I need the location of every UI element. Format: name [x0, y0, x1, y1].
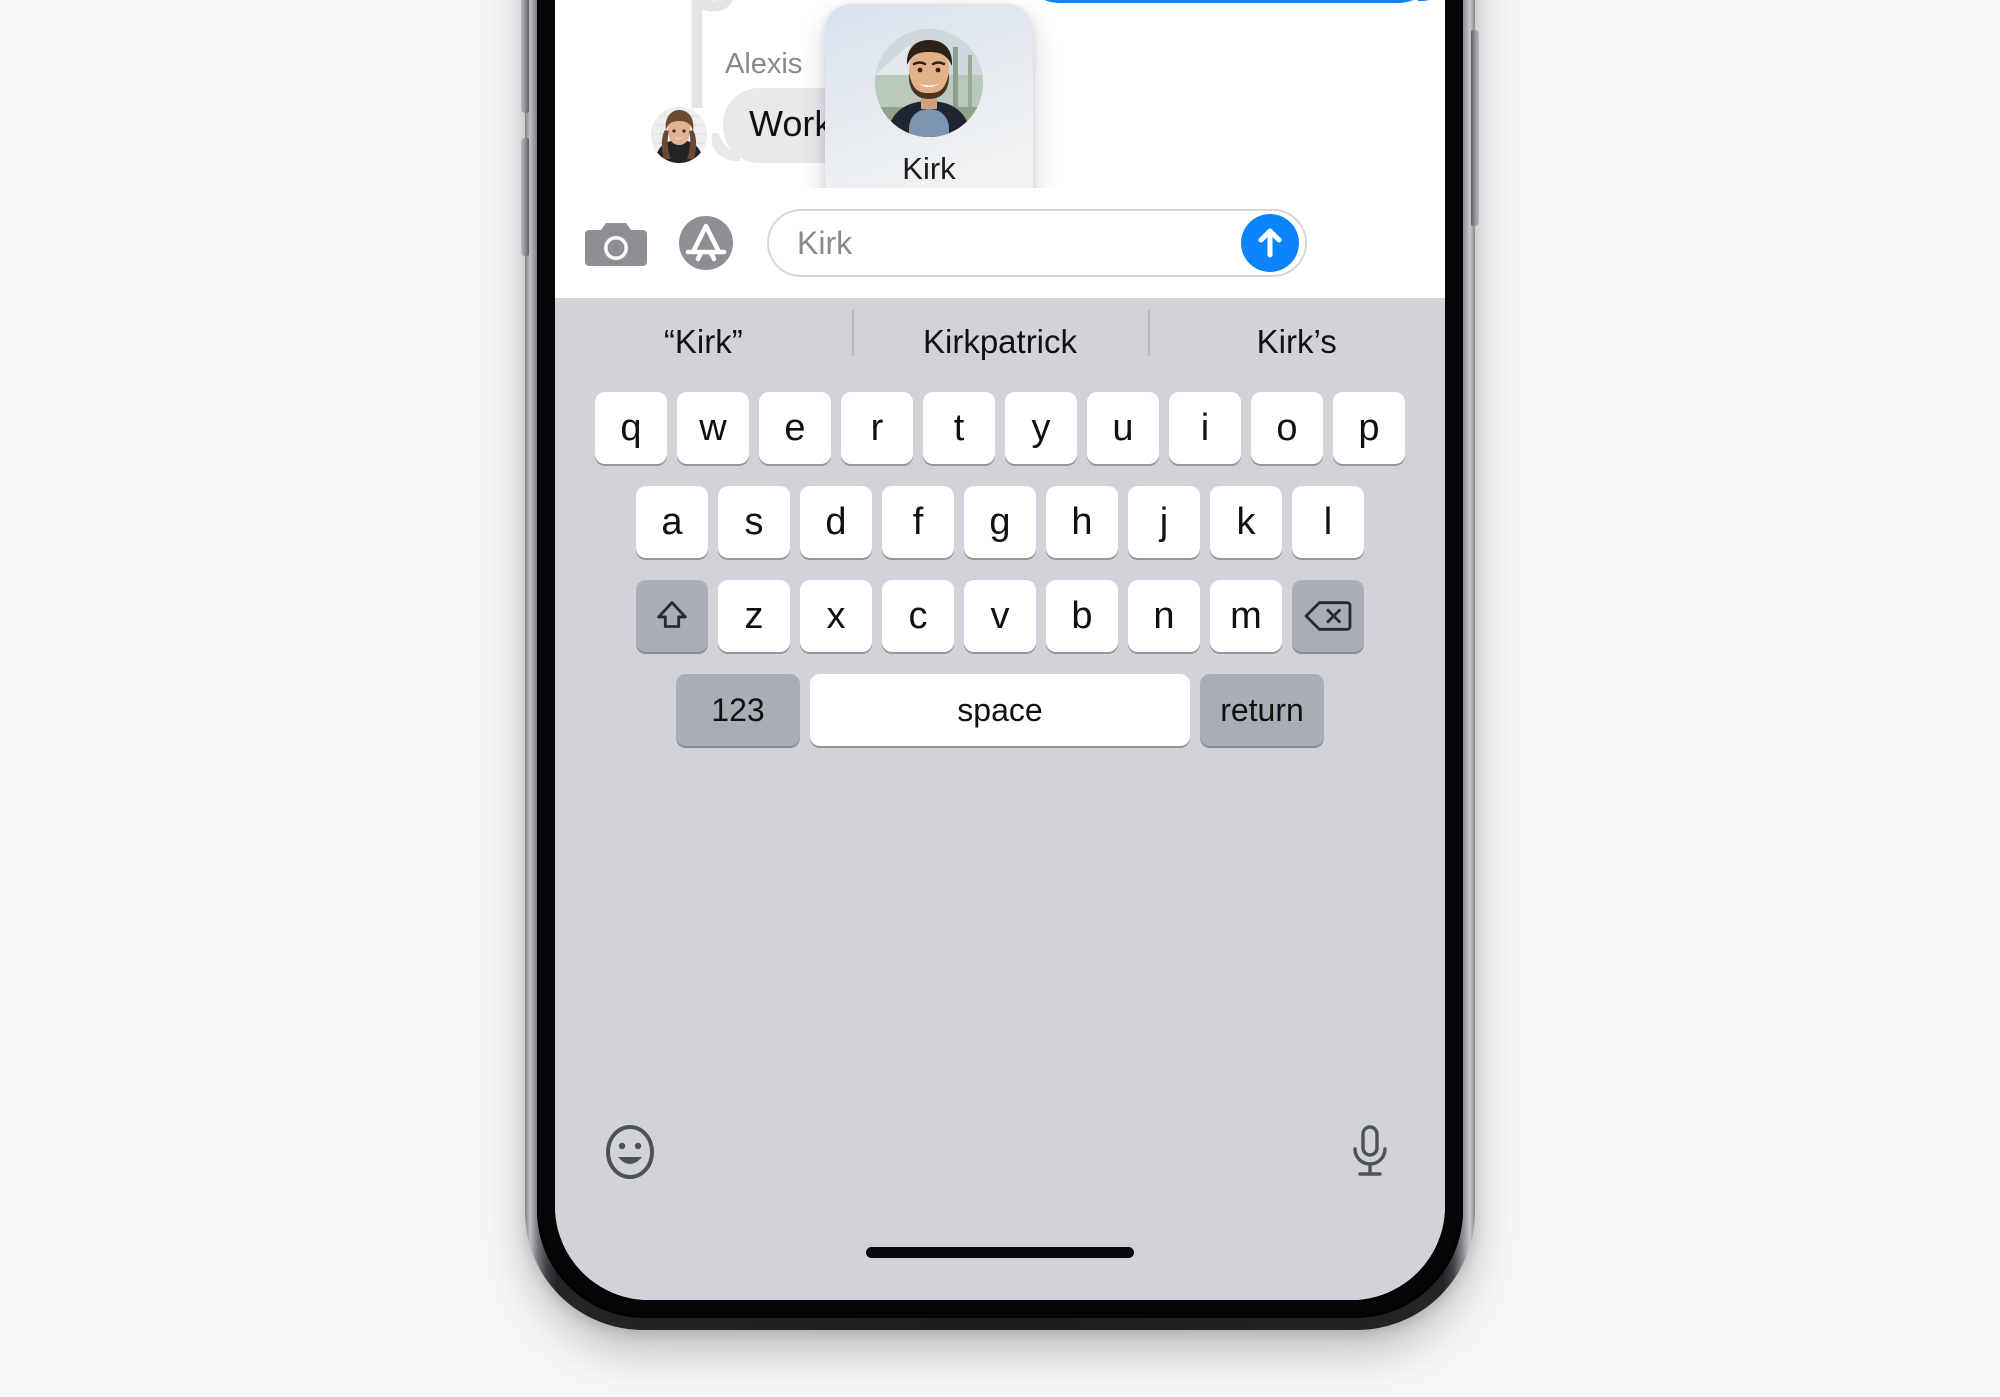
key-s[interactable]: s [718, 486, 790, 558]
home-indicator[interactable] [866, 1247, 1134, 1258]
software-keyboard: “Kirk” Kirkpatrick Kirk’s q w e r t y u … [555, 298, 1445, 1300]
key-e[interactable]: e [759, 392, 831, 464]
key-z[interactable]: z [718, 580, 790, 652]
shift-arrow-up-icon [657, 601, 687, 628]
key-k[interactable]: k [1210, 486, 1282, 558]
key-l[interactable]: l [1292, 486, 1364, 558]
key-i[interactable]: i [1169, 392, 1241, 464]
app-store-icon[interactable] [675, 212, 737, 274]
backspace-key[interactable] [1292, 580, 1364, 652]
message-text: Work [749, 103, 833, 144]
key-p[interactable]: p [1333, 392, 1405, 464]
bubble-tail-icon [1416, 0, 1445, 3]
microphone-icon[interactable] [1339, 1121, 1401, 1183]
volume-down-button[interactable] [521, 138, 529, 256]
key-j[interactable]: j [1128, 486, 1200, 558]
key-n[interactable]: n [1128, 580, 1200, 652]
bubble-tail-icon [712, 133, 742, 163]
key-r[interactable]: r [841, 392, 913, 464]
key-u[interactable]: u [1087, 392, 1159, 464]
keyboard-row-4: 123 space return [555, 674, 1445, 746]
key-x[interactable]: x [800, 580, 872, 652]
mention-name-label: Kirk [902, 151, 956, 186]
avatar-illustration [651, 106, 707, 163]
keyboard-row-2: a s d f g h j k l [555, 486, 1445, 558]
key-f[interactable]: f [882, 486, 954, 558]
key-m[interactable]: m [1210, 580, 1282, 652]
suggestion-0[interactable]: “Kirk” [555, 323, 852, 361]
key-v[interactable]: v [964, 580, 1036, 652]
key-a[interactable]: a [636, 486, 708, 558]
key-d[interactable]: d [800, 486, 872, 558]
message-bubble-outgoing[interactable]: How about 8 p.m. so maybe Hart can join? [1023, 0, 1435, 3]
avatar-illustration [875, 29, 983, 137]
phone-screen: We’re wide open this evening, what time … [555, 0, 1445, 1300]
predictive-suggestion-bar: “Kirk” Kirkpatrick Kirk’s [555, 298, 1445, 386]
keyboard-row-3: z x c v b n m [555, 580, 1445, 652]
key-w[interactable]: w [677, 392, 749, 464]
mention-suggestion-popup[interactable]: Kirk [825, 4, 1033, 212]
camera-icon[interactable] [585, 212, 647, 274]
key-t[interactable]: t [923, 392, 995, 464]
send-button[interactable] [1241, 214, 1299, 272]
backspace-delete-icon [1304, 601, 1352, 631]
volume-up-button[interactable] [521, 0, 529, 113]
shift-key[interactable] [636, 580, 708, 652]
keyboard-row-1: q w e r t y u i o p [555, 392, 1445, 464]
key-c[interactable]: c [882, 580, 954, 652]
key-b[interactable]: b [1046, 580, 1118, 652]
woman-brunette-avatar[interactable] [651, 106, 707, 163]
message-input-toolbar: Kirk [555, 188, 1445, 298]
power-button[interactable] [1471, 30, 1479, 226]
screenshot-root: We’re wide open this evening, what time … [0, 0, 2000, 1397]
send-arrow-up-icon [1258, 228, 1282, 258]
key-y[interactable]: y [1005, 392, 1077, 464]
message-text-input[interactable]: Kirk [767, 209, 1307, 277]
space-key[interactable]: space [810, 674, 1190, 746]
numbers-key[interactable]: 123 [676, 674, 800, 746]
man-bearded-avatar [875, 29, 983, 137]
sender-name-label: Alexis [725, 48, 803, 80]
emoji-smiley-icon[interactable] [599, 1121, 661, 1183]
message-input-value: Kirk [797, 224, 853, 261]
suggestion-1[interactable]: Kirkpatrick [851, 310, 1149, 361]
key-g[interactable]: g [964, 486, 1036, 558]
key-q[interactable]: q [595, 392, 667, 464]
suggestion-2[interactable]: Kirk’s [1148, 310, 1445, 361]
return-key[interactable]: return [1200, 674, 1324, 746]
message-row-outgoing: How about 8 p.m. so maybe Hart can join? [1023, 0, 1435, 3]
key-o[interactable]: o [1251, 392, 1323, 464]
keyboard-bottom-row [555, 1108, 1445, 1196]
key-h[interactable]: h [1046, 486, 1118, 558]
